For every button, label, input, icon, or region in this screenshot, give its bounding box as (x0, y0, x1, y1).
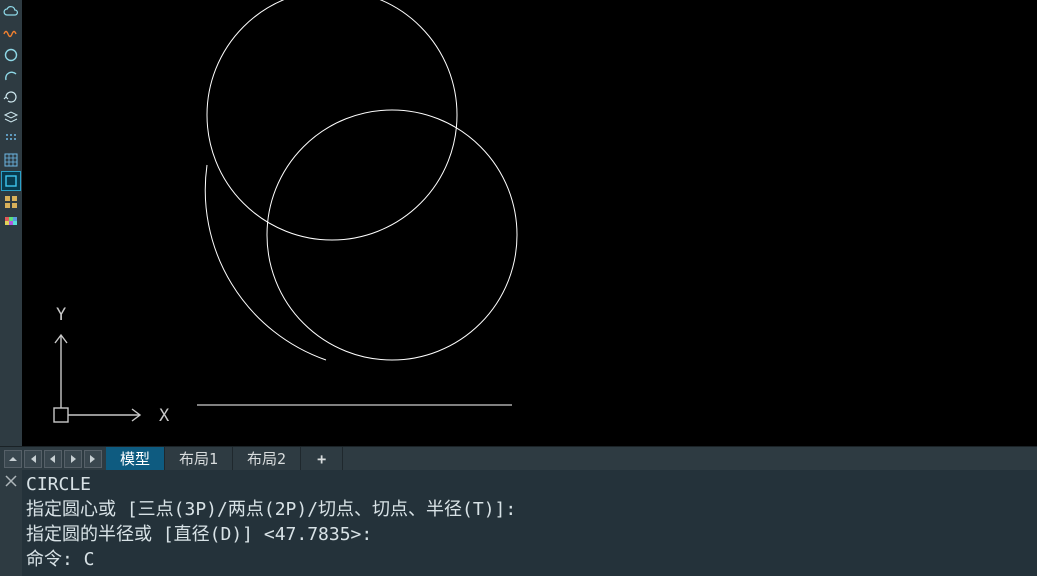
cloud-icon[interactable] (2, 4, 20, 22)
command-close-icon[interactable] (0, 470, 22, 576)
layout-tabbar: 模型 布局1 布局2 + (0, 446, 1037, 470)
tab-last-icon[interactable] (84, 450, 102, 468)
layers-icon[interactable] (2, 109, 20, 127)
tab-add[interactable]: + (301, 447, 343, 470)
circle-tool-icon[interactable] (2, 46, 20, 64)
palette-icon[interactable] (2, 214, 20, 232)
tab-menu-up-icon[interactable] (4, 450, 22, 468)
refresh-icon[interactable] (2, 88, 20, 106)
command-window[interactable]: CIRCLE 指定圆心或 [三点(3P)/两点(2P)/切点、切点、半径(T)]… (22, 470, 1037, 576)
tab-layout2[interactable]: 布局2 (233, 447, 301, 470)
axis-label-y: Y (56, 305, 66, 325)
arc-icon[interactable] (2, 67, 20, 85)
dots-icon[interactable] (2, 130, 20, 148)
wave-icon[interactable] (2, 25, 20, 43)
tab-first-icon[interactable] (24, 450, 42, 468)
tab-next-icon[interactable] (64, 450, 82, 468)
tab-layout1[interactable]: 布局1 (165, 447, 233, 470)
drawing-canvas[interactable]: X Y (22, 0, 1037, 446)
tab-nav (0, 447, 106, 470)
square-icon[interactable] (2, 172, 20, 190)
tab-prev-icon[interactable] (44, 450, 62, 468)
grid4-icon[interactable] (2, 193, 20, 211)
grid-icon[interactable] (2, 151, 20, 169)
tab-model[interactable]: 模型 (106, 447, 165, 470)
left-toolbar (0, 0, 22, 446)
axis-label-x: X (159, 406, 170, 426)
